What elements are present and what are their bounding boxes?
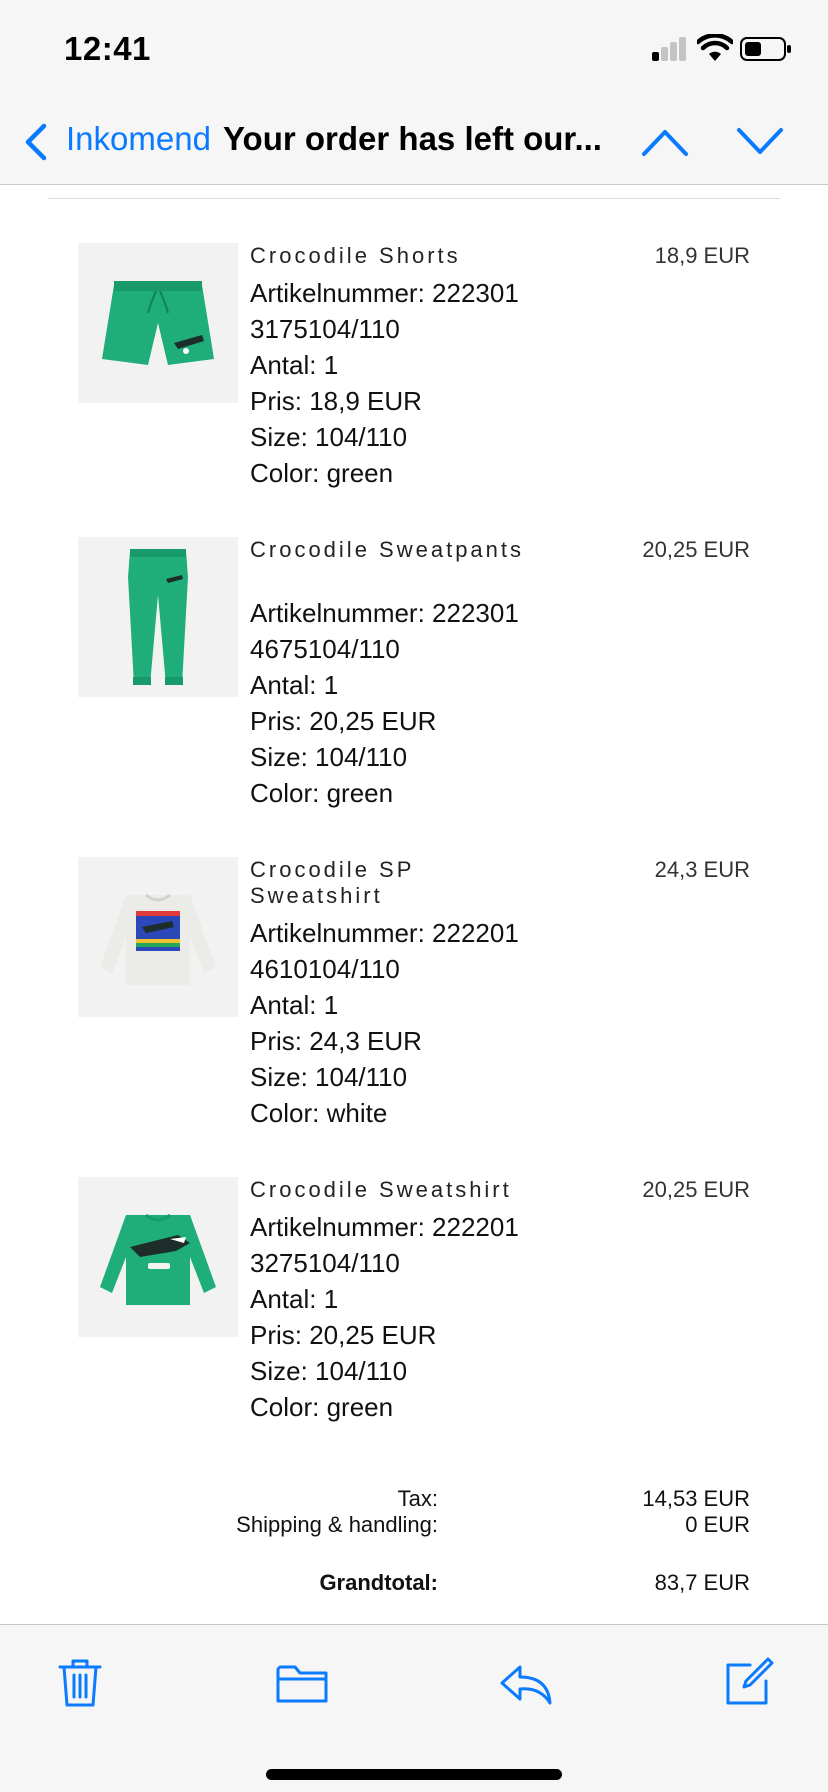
back-button[interactable]: Inkomend <box>66 120 211 158</box>
item-details: Artikelnummer: 222301 4675104/110 Antal:… <box>250 595 570 811</box>
product-image-white-sweatshirt <box>78 857 238 1017</box>
item-price: 18,9 EUR <box>654 243 750 268</box>
item-detail-line: Color: green <box>250 778 394 808</box>
item-details: Artikelnummer: 222201 4610104/110 Antal:… <box>250 915 570 1131</box>
grandtotal-label: Grandtotal: <box>319 1570 438 1595</box>
item-detail-line: Color: white <box>250 1098 388 1128</box>
nav-bar: Inkomend Your order has left our... <box>0 100 828 185</box>
item-detail-line: Pris: 20,25 EUR <box>250 1320 437 1350</box>
status-bar: 12:41 <box>0 0 828 100</box>
item-detail-line: Size: 104/110 <box>250 742 408 772</box>
item-detail-line: Artikelnummer: 222301 <box>250 278 519 308</box>
email-body[interactable]: Crocodile Shorts 18,9 EUR Artikelnummer:… <box>0 186 828 1624</box>
item-detail-line: Antal: 1 <box>250 670 339 700</box>
item-detail-line: Pris: 24,3 EUR <box>250 1026 422 1056</box>
home-indicator <box>266 1769 562 1780</box>
item-detail-line: Antal: 1 <box>250 990 339 1020</box>
item-detail-line: Pris: 18,9 EUR <box>250 386 422 416</box>
bottom-toolbar <box>0 1624 828 1792</box>
item-price: 24,3 EUR <box>654 857 750 882</box>
item-name: Crocodile Sweatshirt <box>250 1177 512 1202</box>
cellular-signal-icon <box>652 37 688 61</box>
item-detail-line: Color: green <box>250 1392 394 1422</box>
next-message-icon[interactable] <box>735 122 785 162</box>
product-image-sweatpants <box>78 537 238 697</box>
back-chevron-icon[interactable] <box>22 122 50 162</box>
item-detail-line: 3275104/110 <box>250 1248 400 1278</box>
divider <box>48 198 780 199</box>
tax-label: Tax: <box>397 1486 438 1511</box>
item-name: Crocodile SP Sweatshirt <box>250 857 414 908</box>
item-detail-line: Antal: 1 <box>250 1284 339 1314</box>
item-price: 20,25 EUR <box>642 537 750 562</box>
shipping-value: 0 EUR <box>685 1512 750 1537</box>
item-detail-line: 4610104/110 <box>250 954 400 984</box>
folder-icon[interactable] <box>272 1655 332 1711</box>
item-detail-line: Antal: 1 <box>250 350 339 380</box>
item-detail-line: Size: 104/110 <box>250 422 408 452</box>
item-detail-line: Size: 104/110 <box>250 1356 408 1386</box>
previous-message-icon[interactable] <box>640 122 690 162</box>
item-detail-line: 4675104/110 <box>250 634 400 664</box>
reply-icon[interactable] <box>496 1655 556 1711</box>
item-detail-line: Artikelnummer: 222201 <box>250 1212 519 1242</box>
shipping-label: Shipping & handling: <box>236 1512 438 1537</box>
item-detail-line: Pris: 20,25 EUR <box>250 706 437 736</box>
email-subject-title: Your order has left our... <box>223 120 602 157</box>
item-detail-line: Artikelnummer: 222201 <box>250 918 519 948</box>
trash-icon[interactable] <box>52 1655 108 1711</box>
item-details: Artikelnummer: 222301 3175104/110 Antal:… <box>250 275 570 491</box>
item-detail-line: 3175104/110 <box>250 314 400 344</box>
item-detail-line: Artikelnummer: 222301 <box>250 598 519 628</box>
wifi-icon <box>697 34 733 61</box>
item-price: 20,25 EUR <box>642 1177 750 1202</box>
battery-icon <box>740 37 791 61</box>
item-name: Crocodile Sweatpants <box>250 537 525 562</box>
item-name: Crocodile Shorts <box>250 243 461 268</box>
compose-icon[interactable] <box>720 1655 776 1711</box>
product-image-green-sweatshirt <box>78 1177 238 1337</box>
item-detail-line: Size: 104/110 <box>250 1062 408 1092</box>
status-time: 12:41 <box>64 30 151 67</box>
grandtotal-value: 83,7 EUR <box>654 1570 750 1595</box>
product-image-shorts <box>78 243 238 403</box>
item-details: Artikelnummer: 222201 3275104/110 Antal:… <box>250 1209 570 1425</box>
item-detail-line: Color: green <box>250 458 394 488</box>
tax-value: 14,53 EUR <box>642 1486 750 1511</box>
